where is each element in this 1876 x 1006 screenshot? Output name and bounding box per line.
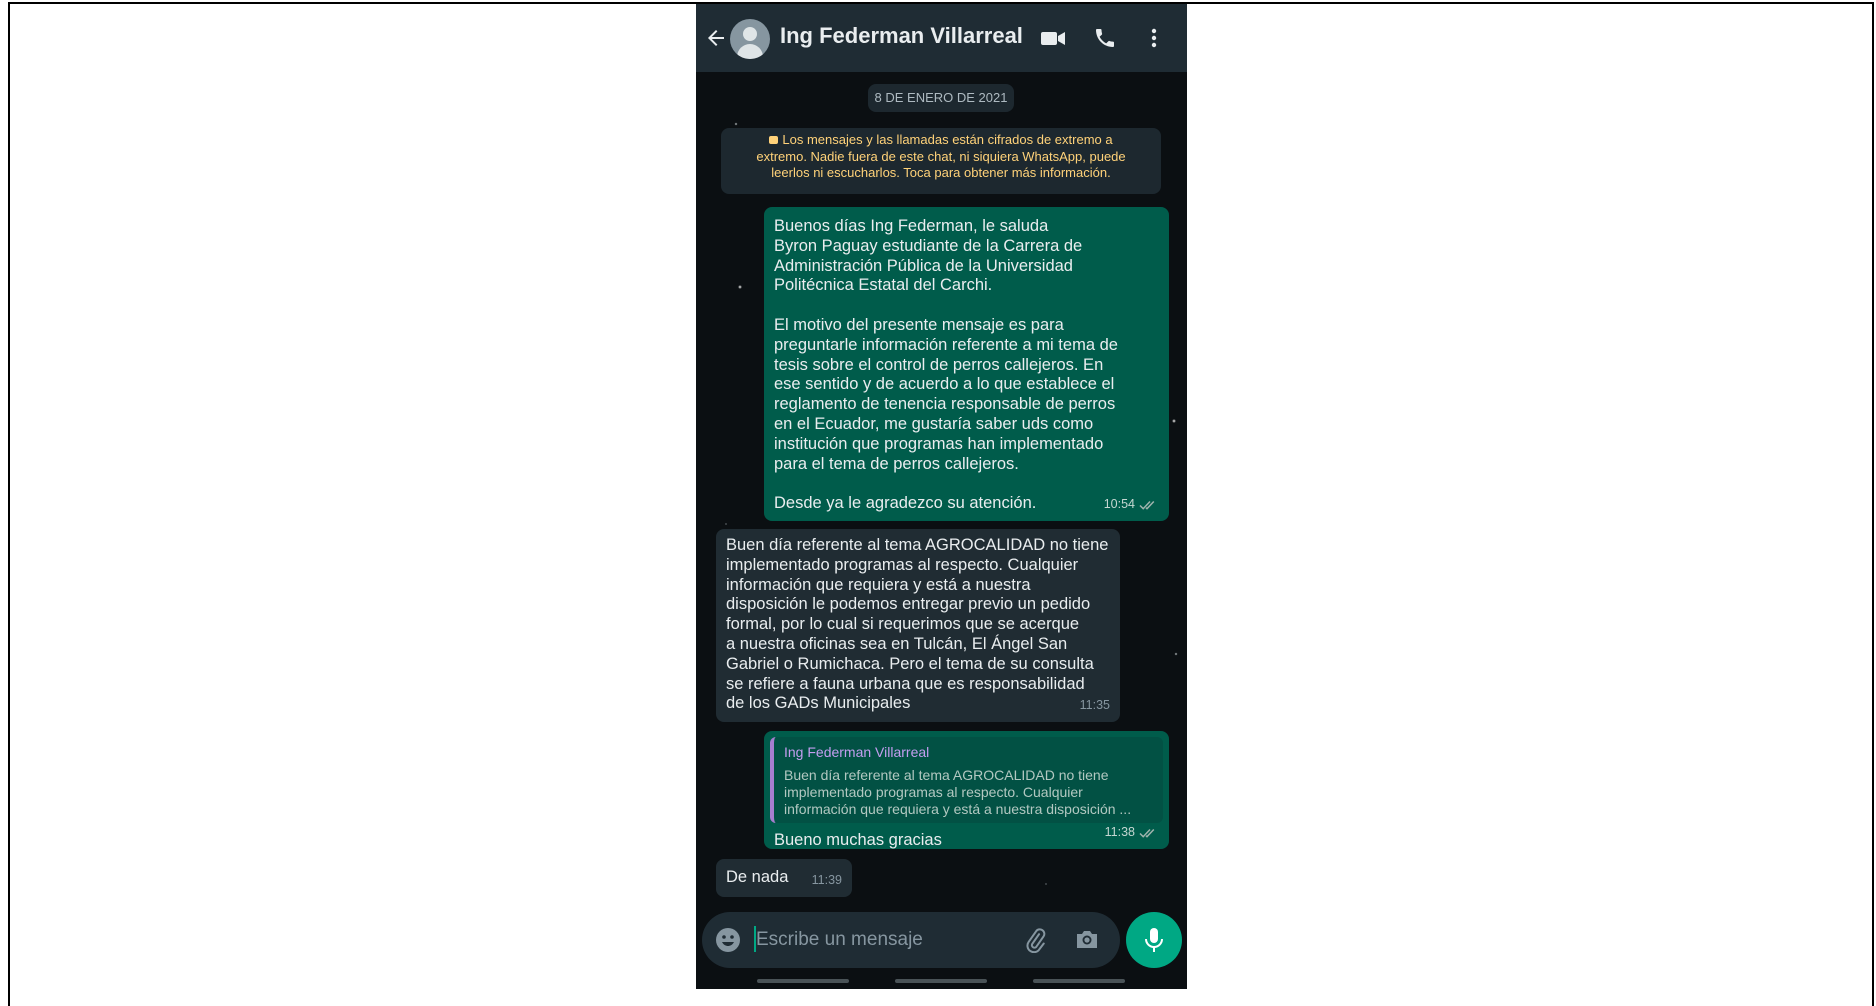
message-meta: 10:54 [1104, 495, 1159, 515]
nav-bar-center[interactable] [895, 979, 987, 983]
message-composer: Escribe un mensaje [702, 912, 1120, 968]
whatsapp-chat-screen: Ing Federman Villarreal 8 DE ENERO DE 20… [696, 4, 1187, 989]
quoted-message[interactable]: Ing Federman Villarreal Buen día referen… [770, 737, 1163, 823]
quote-text: Buen día referente al tema AGROCALIDAD n… [784, 766, 1132, 817]
arrow-left-icon[interactable] [704, 26, 728, 50]
chat-header: Ing Federman Villarreal [696, 4, 1187, 72]
message-time: 11:39 [811, 873, 842, 888]
message-meta: 11:35 [1080, 696, 1110, 716]
message-input[interactable]: Escribe un mensaje [756, 929, 923, 951]
nav-bar-left[interactable] [757, 979, 849, 983]
message-text: Buenos días Ing Federman, le saluda Byro… [774, 217, 1118, 513]
message-bubble-outgoing[interactable]: Buenos días Ing Federman, le saluda Byro… [764, 207, 1169, 521]
frame-border-right [1872, 2, 1874, 1006]
nav-bar-right[interactable] [1033, 979, 1125, 983]
message-text: Buen día referente al tema AGROCALIDAD n… [726, 536, 1109, 713]
mic-button[interactable] [1126, 912, 1182, 968]
camera-icon[interactable] [1074, 926, 1100, 952]
message-bubble-outgoing-reply[interactable]: Ing Federman Villarreal Buen día referen… [764, 731, 1169, 849]
message-time: 11:35 [1079, 698, 1110, 713]
emoji-icon[interactable] [715, 927, 741, 953]
encryption-notice[interactable]: Los mensajes y las llamadas están cifrad… [721, 128, 1161, 194]
microphone-icon [1145, 928, 1163, 952]
contact-name[interactable]: Ing Federman Villarreal [780, 23, 1023, 49]
message-meta: 11:38 [1105, 823, 1159, 843]
message-text: De nada [726, 868, 789, 886]
paperclip-icon[interactable] [1022, 927, 1048, 953]
double-check-icon [1139, 829, 1155, 838]
video-call-icon[interactable] [1039, 26, 1067, 50]
phone-icon[interactable] [1091, 26, 1119, 50]
message-bubble-incoming[interactable]: De nada 11:39 [716, 859, 852, 897]
message-time: 10:54 [1103, 497, 1135, 512]
frame-border-left [8, 2, 10, 1006]
avatar[interactable] [730, 19, 770, 59]
message-bubble-incoming[interactable]: Buen día referente al tema AGROCALIDAD n… [716, 529, 1120, 722]
quote-author: Ing Federman Villarreal [784, 744, 930, 760]
avatar-body [737, 44, 763, 59]
avatar-head [743, 27, 757, 41]
lock-icon [769, 136, 779, 144]
double-check-icon [1139, 501, 1155, 510]
message-time: 11:38 [1104, 825, 1135, 840]
message-meta: 11:39 [812, 871, 842, 891]
date-chip: 8 DE ENERO DE 2021 [868, 84, 1014, 112]
encryption-notice-text: Los mensajes y las llamadas están cifrad… [756, 132, 1126, 180]
more-vert-icon[interactable] [1148, 26, 1160, 50]
